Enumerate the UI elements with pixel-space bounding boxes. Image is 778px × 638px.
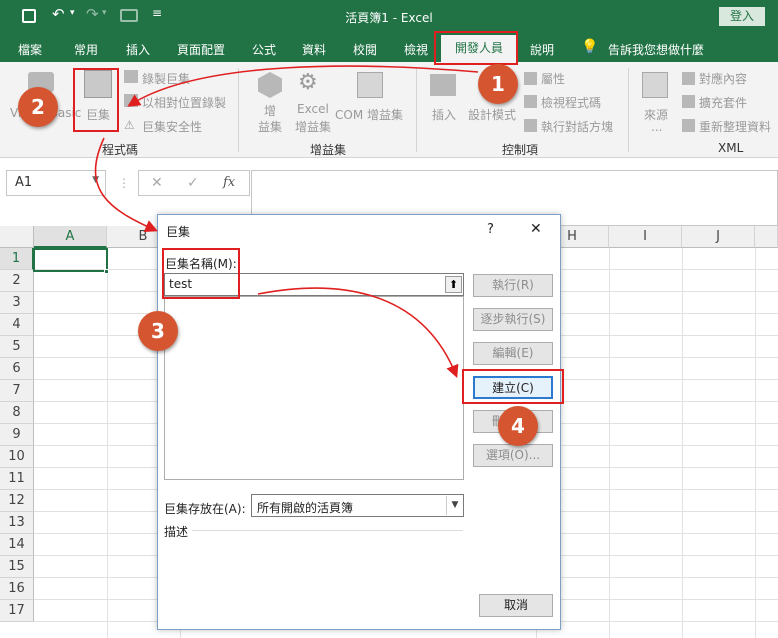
highlight-create-button — [462, 369, 564, 404]
step-badge-3: 3 — [138, 311, 178, 351]
arrow-step1-to-step2 — [127, 65, 479, 107]
step-badge-1: 1 — [478, 64, 518, 104]
step-badge-2: 2 — [18, 87, 58, 127]
arrow-step3-to-step4 — [257, 287, 459, 378]
highlight-developer-tab — [434, 31, 518, 65]
highlight-macro-name — [162, 248, 240, 299]
arrow-step2-to-dialog — [94, 137, 158, 232]
step-badge-4: 4 — [498, 406, 538, 446]
highlight-macros-button — [73, 68, 119, 132]
